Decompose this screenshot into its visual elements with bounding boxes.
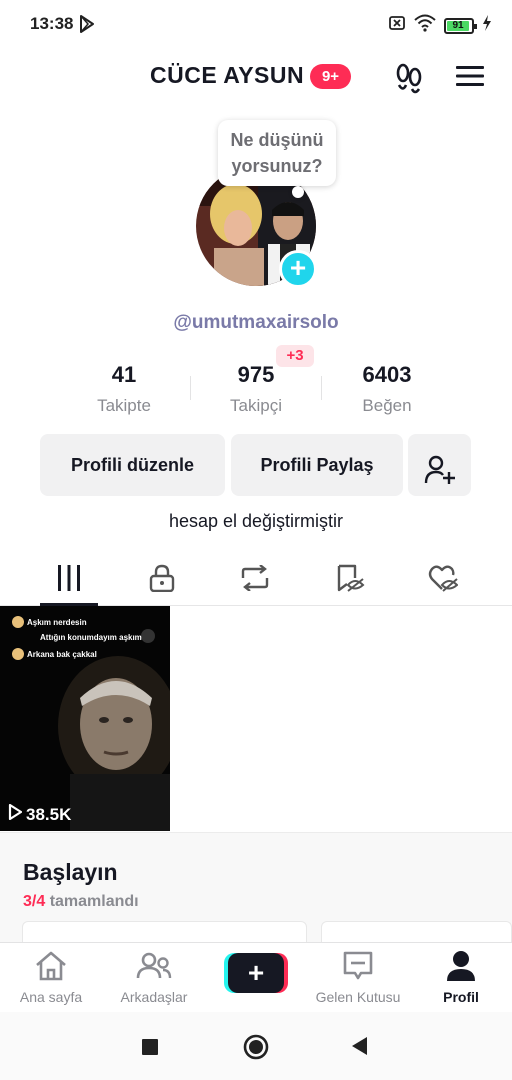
add-friend-button[interactable] xyxy=(408,434,471,496)
stat-followers[interactable]: 975 Takipçi xyxy=(201,362,311,416)
getting-started-progress: 3/4 tamamlandı xyxy=(23,893,139,911)
nav-friends[interactable]: Arkadaşlar xyxy=(104,951,204,1005)
likes-label: Beğen xyxy=(362,396,412,415)
recents-icon[interactable] xyxy=(141,1038,159,1061)
nav-home-label: Ana sayfa xyxy=(19,989,83,1005)
new-followers-badge: +3 xyxy=(276,345,314,367)
following-label: Takipte xyxy=(97,396,151,415)
back-icon[interactable] xyxy=(350,1036,368,1061)
tab-private[interactable] xyxy=(132,562,192,598)
system-navigation-bar xyxy=(0,1012,512,1080)
likes-count: 6403 xyxy=(362,362,412,387)
profile-header: CÜCE AYSUN 9+ xyxy=(0,56,512,100)
tab-liked[interactable] xyxy=(413,562,473,598)
repost-icon xyxy=(240,563,270,596)
add-user-icon xyxy=(424,449,456,511)
thought-bubble[interactable]: Ne düşünü yorsunuz? xyxy=(218,120,336,186)
chat-line: Arkana bak çakkal xyxy=(12,648,97,660)
profile-handle: @umutmaxairsolo xyxy=(173,312,339,333)
stat-likes[interactable]: 6403 Beğen xyxy=(332,362,442,416)
videos-grid-icon xyxy=(57,564,81,596)
add-avatar-plus-icon[interactable]: + xyxy=(279,250,317,288)
battery-icon: 91 xyxy=(444,17,477,34)
nav-profile-label: Profil xyxy=(443,989,479,1005)
emoji-icon xyxy=(12,648,24,660)
chat-text: Attığın konumdayım aşkım xyxy=(40,633,142,642)
home-icon xyxy=(34,951,68,986)
following-count: 41 xyxy=(111,362,137,387)
tab-reposts[interactable] xyxy=(225,562,285,598)
tab-saved[interactable] xyxy=(320,562,380,598)
chat-line: Aşkım nerdesin xyxy=(12,616,87,628)
battery-level: 91 xyxy=(452,19,464,31)
nav-friends-label: Arkadaşlar xyxy=(120,989,188,1005)
notification-badge[interactable]: 9+ xyxy=(310,64,351,89)
getting-started-panel: Başlayın 3/4 tamamlandı xyxy=(0,832,512,951)
stat-following[interactable]: 41 Takipte xyxy=(69,362,179,416)
progress-text: tamamlandı xyxy=(49,893,139,910)
nav-inbox-label: Gelen Kutusu xyxy=(315,989,401,1005)
progress-count: 3/4 xyxy=(23,893,46,910)
profile-tabs xyxy=(0,556,512,606)
home-system-icon[interactable] xyxy=(242,1033,270,1066)
stat-divider xyxy=(321,376,322,400)
getting-started-title: Başlayın xyxy=(23,859,118,885)
nav-home[interactable]: Ana sayfa xyxy=(1,951,101,1005)
nav-inbox[interactable]: Gelen Kutusu xyxy=(308,951,408,1005)
profile-bio: hesap el değiştirmiştir xyxy=(168,511,344,531)
thought-bubble-tail xyxy=(292,186,304,198)
view-count-text: 38.5K xyxy=(26,804,72,824)
profile-icon xyxy=(446,950,476,987)
status-bar: 13:38 91 xyxy=(0,0,512,48)
stat-divider xyxy=(190,376,191,400)
nav-profile[interactable]: Profil xyxy=(411,950,511,1005)
lock-icon xyxy=(149,564,175,597)
account-switcher[interactable]: CÜCE AYSUN xyxy=(150,62,304,89)
bottom-navigation: Ana sayfa Arkadaşlar + Gelen Kutusu Prof… xyxy=(0,942,512,1012)
play-store-icon xyxy=(79,15,95,38)
followers-label: Takipçi xyxy=(230,396,282,415)
hidden-icon xyxy=(335,564,365,597)
menu-icon[interactable] xyxy=(456,64,484,93)
share-profile-button[interactable]: Profili Paylaş xyxy=(231,434,403,496)
video-thumbnail[interactable]: Aşkım nerdesin Attığın konumdayım aşkım … xyxy=(0,606,170,831)
liked-icon xyxy=(428,564,459,597)
emoji-icon xyxy=(12,616,24,628)
tab-videos[interactable] xyxy=(39,562,99,598)
create-button[interactable]: + xyxy=(224,953,288,993)
footsteps-icon[interactable] xyxy=(394,62,424,99)
edit-profile-button[interactable]: Profili düzenle xyxy=(40,434,225,496)
plus-icon: + xyxy=(228,953,284,993)
play-icon xyxy=(8,803,23,825)
chat-text: Arkana bak çakkal xyxy=(27,649,97,659)
charging-icon xyxy=(482,15,492,36)
wifi-icon xyxy=(414,14,436,37)
chat-line: Attığın konumdayım aşkım xyxy=(40,633,142,642)
view-count: 38.5K xyxy=(8,803,72,825)
inbox-icon xyxy=(342,950,374,987)
friends-icon xyxy=(136,951,172,986)
status-time: 13:38 xyxy=(30,14,74,33)
no-sim-icon xyxy=(388,14,406,37)
chat-text: Aşkım nerdesin xyxy=(27,617,87,627)
